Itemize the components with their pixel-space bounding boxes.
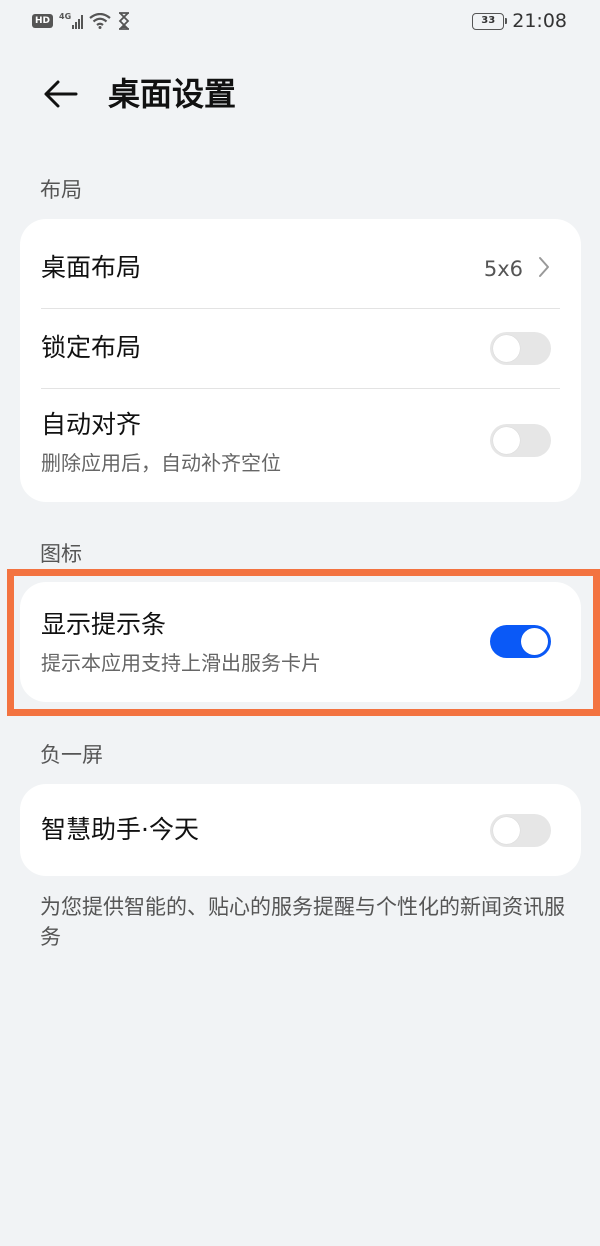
arrow-left-icon xyxy=(44,80,78,108)
auto-align-toggle[interactable] xyxy=(490,424,551,457)
smart-assistant-label: 智慧助手·今天 xyxy=(41,815,199,844)
status-bar: HD 4G 33 21:08 xyxy=(0,0,600,44)
desktop-layout-label: 桌面布局 xyxy=(41,253,142,282)
auto-align-description: 删除应用后，自动补齐空位 xyxy=(41,451,281,475)
lock-layout-toggle[interactable] xyxy=(490,332,551,365)
wifi-icon xyxy=(89,13,111,29)
section-title-minus-one: 负一屏 xyxy=(40,743,103,767)
signal-icon: 4G xyxy=(59,12,84,29)
section-title-icons: 图标 xyxy=(40,542,82,566)
back-button[interactable] xyxy=(40,74,80,114)
battery-icon: 33 xyxy=(472,12,508,30)
hourglass-icon xyxy=(118,12,130,30)
status-time: 21:08 xyxy=(512,10,567,32)
desktop-layout-row[interactable]: 桌面布局 5x6 xyxy=(20,219,581,308)
smart-assistant-row: 智慧助手·今天 xyxy=(20,784,581,876)
toggle-knob xyxy=(493,817,520,844)
hd-badge: HD xyxy=(32,14,54,28)
section-title-layout: 布局 xyxy=(40,178,82,202)
status-right: 33 21:08 xyxy=(472,10,567,32)
desktop-settings-page: HD 4G 33 21:08 桌面设置 布局 桌面布局 5x6 锁定布局 自动对… xyxy=(0,0,600,1246)
lock-layout-label: 锁定布局 xyxy=(41,333,142,362)
chevron-right-icon xyxy=(537,253,553,281)
highlight-frame xyxy=(7,569,600,716)
minus-one-card: 智慧助手·今天 xyxy=(20,784,581,876)
minus-one-note: 为您提供智能的、贴心的服务提醒与个性化的新闻资讯服务 xyxy=(40,895,565,949)
lock-layout-row: 锁定布局 xyxy=(20,308,581,388)
network-label: 4G xyxy=(59,12,72,21)
toggle-knob xyxy=(493,427,520,454)
status-left: HD 4G xyxy=(32,12,131,30)
auto-align-label: 自动对齐 xyxy=(41,410,142,439)
toggle-knob xyxy=(493,335,520,362)
auto-align-row: 自动对齐 删除应用后，自动补齐空位 xyxy=(20,388,581,502)
desktop-layout-value: 5x6 xyxy=(483,257,523,281)
smart-assistant-toggle[interactable] xyxy=(490,814,551,847)
layout-card: 桌面布局 5x6 锁定布局 自动对齐 删除应用后，自动补齐空位 xyxy=(20,219,581,502)
page-title: 桌面设置 xyxy=(108,75,237,113)
